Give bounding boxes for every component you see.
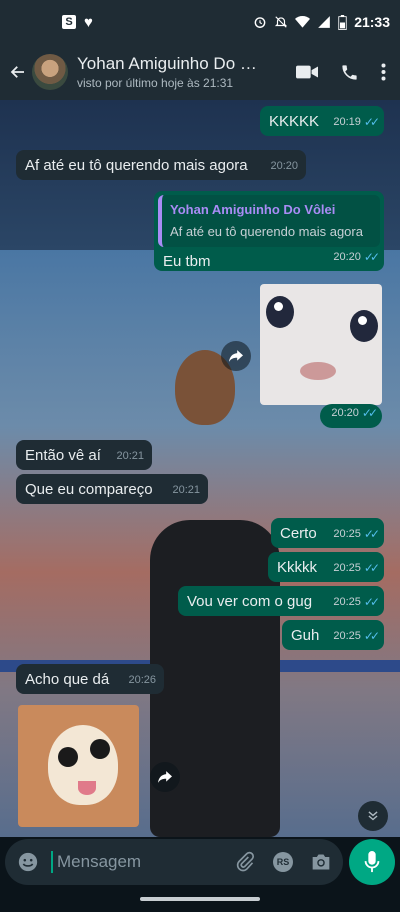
message-outgoing[interactable]: KKKKK 20:19 ✓✓ <box>260 106 384 136</box>
dog-eye <box>58 747 78 767</box>
scroll-down-button[interactable] <box>358 801 388 831</box>
cat-eye <box>350 310 378 342</box>
forward-icon <box>229 350 243 362</box>
message-meta: 20:25 ✓✓ <box>333 592 380 612</box>
read-ticks-icon: ✓✓ <box>361 406 378 420</box>
arrow-back-icon <box>10 66 24 78</box>
voice-message-button[interactable] <box>349 839 395 885</box>
message-time: 20:20 <box>331 407 359 419</box>
last-seen: visto por último hoje às 21:31 <box>77 76 234 90</box>
camera-icon[interactable] <box>311 853 331 871</box>
read-ticks-icon: ✓✓ <box>363 527 380 541</box>
cat-mouth <box>300 362 336 380</box>
chat-header: Yohan Amiguinho Do Vôlei visto por últim… <box>0 44 400 100</box>
read-ticks-icon: ✓✓ <box>363 561 380 575</box>
avatar[interactable] <box>32 54 68 90</box>
message-text: KKKKK <box>269 113 320 130</box>
double-chevron-down-icon <box>368 811 378 821</box>
payment-rs-icon[interactable]: RS <box>273 852 293 872</box>
message-time: 20:20 <box>270 160 298 172</box>
cat-eye <box>266 296 294 328</box>
message-meta: 20:26 <box>128 670 156 690</box>
message-input[interactable]: Mensagem <box>51 851 235 873</box>
message-text: Então vê aí <box>25 447 101 464</box>
s-app-icon: S <box>62 15 76 29</box>
sticker-chihuahua[interactable] <box>18 705 139 827</box>
message-text: Kkkkk <box>277 559 318 576</box>
message-incoming[interactable]: Então vê aí 20:21 <box>16 440 152 470</box>
forward-button[interactable] <box>150 762 180 792</box>
microphone-icon <box>364 851 380 873</box>
sticker-crying-cat[interactable] <box>260 284 382 405</box>
read-ticks-icon: ✓✓ <box>363 250 380 264</box>
message-meta: 20:25 ✓✓ <box>333 524 380 544</box>
message-outgoing[interactable]: Kkkkk 20:25 ✓✓ <box>268 552 384 582</box>
message-outgoing[interactable]: Certo 20:25 ✓✓ <box>271 518 384 548</box>
forward-icon <box>158 771 172 783</box>
compose-bar: Mensagem RS <box>0 837 400 887</box>
signal-icon <box>318 16 331 28</box>
message-time: 20:25 <box>333 596 361 608</box>
message-meta: 20:25 ✓✓ <box>333 626 380 646</box>
message-meta: 20:19 ✓✓ <box>333 112 380 132</box>
quote-text: Af até eu tô querendo mais agora <box>170 224 363 239</box>
emoji-icon[interactable] <box>17 851 39 873</box>
message-text: Vou ver com o gug <box>187 593 313 610</box>
message-outgoing[interactable]: Guh 20:25 ✓✓ <box>282 620 384 650</box>
heart-icon: ♥ <box>84 13 93 31</box>
message-time: 20:25 <box>333 528 361 540</box>
message-text: Eu tbm <box>163 253 211 270</box>
voice-call-icon[interactable] <box>340 63 359 82</box>
mute-icon <box>275 16 288 28</box>
chat-wallpaper: KKKKK 20:19 ✓✓ Af até eu tô querendo mais… <box>0 100 400 837</box>
message-time: 20:25 <box>333 630 361 642</box>
message-time: 20:21 <box>116 450 144 462</box>
forward-button[interactable] <box>221 341 251 371</box>
quoted-message[interactable]: Yohan Amiguinho Do Vôlei Af até eu tô qu… <box>158 195 380 247</box>
message-meta: 20:21 <box>116 446 144 466</box>
message-meta: 20:20 <box>270 156 298 176</box>
message-time: 20:21 <box>172 484 200 496</box>
video-call-icon[interactable] <box>296 64 318 80</box>
battery-icon <box>338 14 347 30</box>
system-nav-bar <box>0 887 400 912</box>
message-time: 20:26 <box>128 674 156 686</box>
contact-name: Yohan Amiguinho Do Vôlei <box>77 54 267 73</box>
message-meta: 20:25 ✓✓ <box>333 558 380 578</box>
message-meta: 20:20 ✓✓ <box>333 247 380 267</box>
status-bar: S ♥ 21:33 <box>0 0 400 44</box>
message-text: Acho que dá <box>25 671 110 688</box>
quote-author: Yohan Amiguinho Do Vôlei <box>170 202 336 217</box>
message-time: 20:20 <box>333 251 361 263</box>
message-meta: 20:20 ✓✓ <box>331 403 378 423</box>
compose-field[interactable]: Mensagem RS <box>5 839 343 885</box>
back-button[interactable] <box>2 44 34 100</box>
contact-info[interactable]: Yohan Amiguinho Do Vôlei visto por últim… <box>77 54 267 90</box>
sticker-meta-bubble: 20:20 ✓✓ <box>320 404 382 428</box>
dog-tongue <box>78 781 96 795</box>
message-text: Af até eu tô querendo mais agora <box>25 157 248 174</box>
message-text: Que eu compareço <box>25 481 153 498</box>
message-outgoing[interactable]: Vou ver com o gug 20:25 ✓✓ <box>178 586 384 616</box>
message-meta: 20:21 <box>172 480 200 500</box>
attach-icon[interactable] <box>235 851 255 873</box>
alarm-icon <box>254 17 266 28</box>
message-incoming[interactable]: Acho que dá 20:26 <box>16 664 164 694</box>
home-gesture-pill[interactable] <box>140 897 260 901</box>
dog-eye <box>90 739 110 759</box>
read-ticks-icon: ✓✓ <box>363 629 380 643</box>
read-ticks-icon: ✓✓ <box>363 115 380 129</box>
more-options-icon[interactable] <box>381 63 386 81</box>
message-time: 20:25 <box>333 562 361 574</box>
status-time: 21:33 <box>354 14 390 30</box>
message-text: Certo <box>280 525 317 542</box>
message-outgoing-reply[interactable]: Yohan Amiguinho Do Vôlei Af até eu tô qu… <box>154 191 384 271</box>
message-text: Guh <box>291 627 320 644</box>
message-time: 20:19 <box>333 116 361 128</box>
read-ticks-icon: ✓✓ <box>363 595 380 609</box>
message-incoming[interactable]: Que eu compareço 20:21 <box>16 474 208 504</box>
message-incoming[interactable]: Af até eu tô querendo mais agora 20:20 <box>16 150 306 180</box>
wifi-icon <box>295 16 311 28</box>
